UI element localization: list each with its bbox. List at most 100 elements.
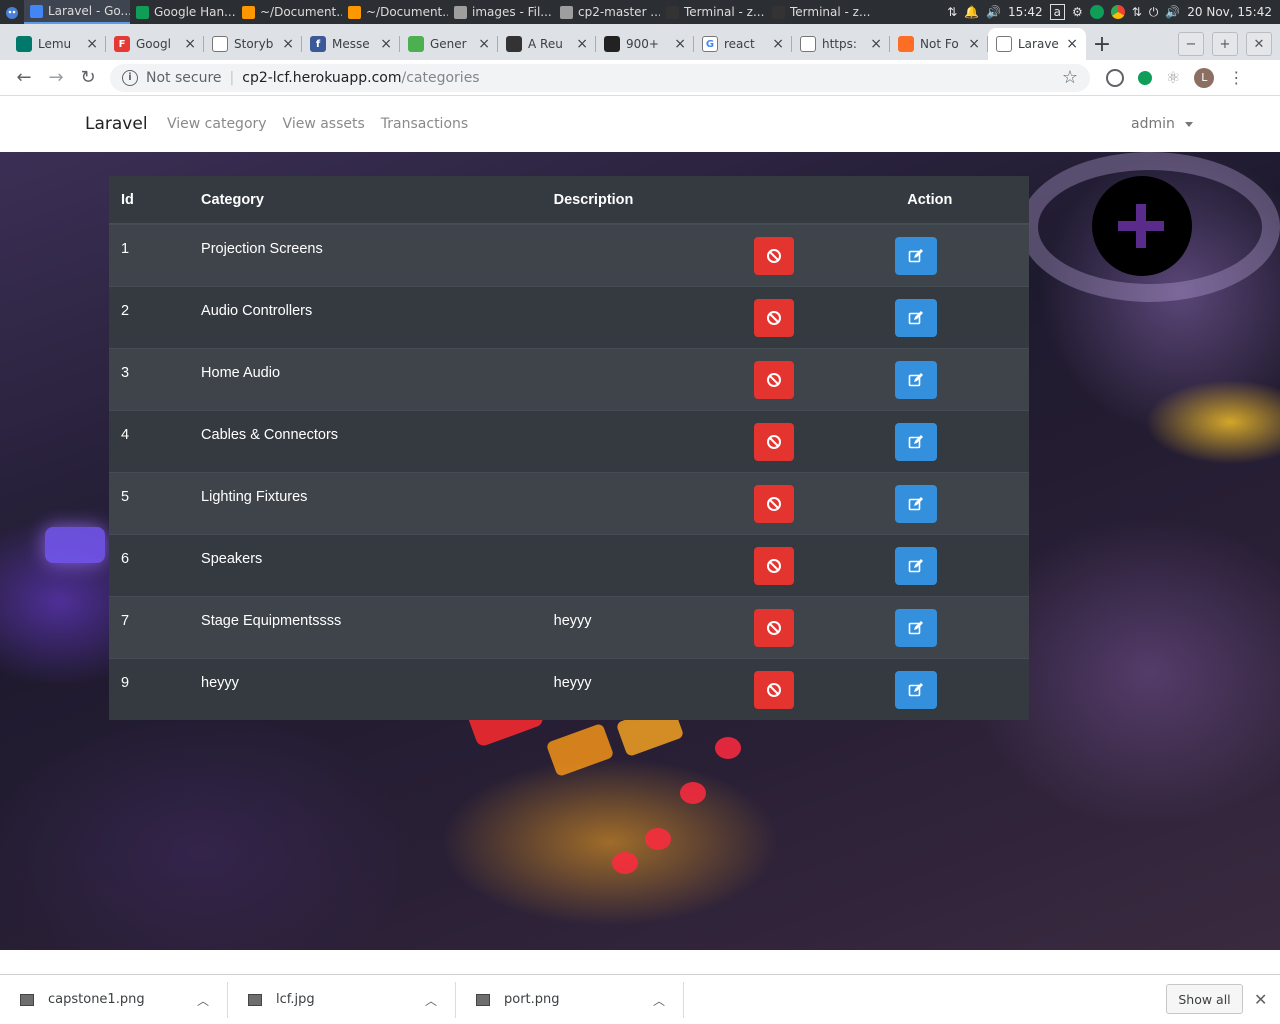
tray-datetime[interactable]: 20 Nov, 15:42 — [1187, 5, 1272, 19]
chevron-down-icon — [1184, 121, 1193, 127]
tab-close-icon[interactable]: × — [576, 36, 588, 52]
browser-tab[interactable]: Lemu × — [8, 28, 106, 60]
chevron-up-icon[interactable]: ︿ — [425, 992, 437, 1009]
taskbar-window-item[interactable]: Laravel - Go... — [24, 0, 130, 24]
cell-action — [895, 285, 1029, 348]
reload-icon[interactable]: ↻ — [72, 62, 104, 94]
delete-button[interactable] — [754, 360, 795, 399]
tab-close-icon[interactable]: × — [1066, 36, 1078, 52]
table-row: 7 Stage Equipmentssss heyyy — [109, 595, 1029, 658]
edit-button[interactable] — [895, 360, 938, 399]
tab-favicon-icon: f — [310, 36, 326, 52]
browser-tab[interactable]: Gener × — [400, 28, 498, 60]
tab-close-icon[interactable]: × — [772, 36, 784, 52]
close-window-button[interactable]: ✕ — [1246, 32, 1272, 56]
settings-gear-icon[interactable]: ⚙ — [1072, 5, 1083, 19]
delete-button[interactable] — [754, 484, 795, 523]
delete-button[interactable] — [754, 298, 795, 337]
browser-tab[interactable]: Not Fo × — [890, 28, 988, 60]
volume-icon-2[interactable]: 🔊 — [1165, 5, 1180, 19]
nav-view-category[interactable]: View category — [167, 116, 267, 132]
edit-button[interactable] — [895, 670, 938, 709]
maximize-button[interactable]: + — [1212, 32, 1238, 56]
green-status-icon[interactable] — [1089, 5, 1104, 19]
network-arrows-icon[interactable]: ⇅ — [947, 5, 957, 19]
edit-button[interactable] — [895, 237, 938, 275]
download-item[interactable]: port.png ︿ — [456, 981, 684, 1018]
show-all-downloads-button[interactable]: Show all — [1166, 984, 1243, 1014]
browser-tab[interactable]: Storyb × — [204, 28, 302, 60]
green-extension-icon[interactable] — [1138, 70, 1152, 85]
delete-button[interactable] — [754, 546, 795, 585]
nav-transactions[interactable]: Transactions — [381, 116, 468, 132]
taskbar-window-item[interactable]: Terminal - z... — [766, 0, 872, 24]
cell-category: Cables & Connectors — [189, 409, 542, 472]
download-item[interactable]: lcf.jpg ︿ — [228, 981, 456, 1018]
site-info-icon[interactable]: i — [122, 69, 138, 86]
close-downloads-icon[interactable]: ✕ — [1254, 990, 1267, 1009]
edit-button[interactable] — [895, 546, 938, 585]
browser-tab[interactable]: Larave × — [988, 28, 1086, 60]
app-navbar: Laravel View category View assets Transa… — [0, 97, 1280, 152]
cell-action — [895, 347, 1029, 410]
delete-button[interactable] — [754, 670, 795, 709]
taskbar-window-item[interactable]: Google Han... — [130, 0, 236, 24]
download-item[interactable]: capstone1.png ︿ — [0, 981, 228, 1018]
address-bar[interactable]: i Not secure | cp2-lcf.herokuapp.com/cat… — [110, 63, 1090, 92]
extensions-area: ⚛ L ⋮ — [1106, 67, 1244, 88]
delete-button[interactable] — [754, 237, 795, 275]
notification-bell-icon[interactable]: 🔔 — [964, 5, 979, 19]
taskbar-window-item[interactable]: images - Fil... — [448, 0, 554, 24]
edit-button[interactable] — [895, 608, 938, 647]
tab-favicon-icon — [212, 36, 228, 52]
taskbar-window-item[interactable]: Terminal - z... — [660, 0, 766, 24]
tab-close-icon[interactable]: × — [86, 36, 98, 52]
nav-view-assets[interactable]: View assets — [283, 116, 365, 132]
taskbar-window-item[interactable]: cp2-master ... — [554, 0, 660, 24]
tab-close-icon[interactable]: × — [380, 36, 392, 52]
minimize-button[interactable]: − — [1178, 32, 1204, 56]
power-icon[interactable]: ⏻ — [1149, 5, 1159, 20]
browser-tab[interactable]: Greact × — [694, 28, 792, 60]
tab-close-icon[interactable]: × — [184, 36, 196, 52]
bookmark-star-icon[interactable]: ☆ — [1062, 67, 1078, 88]
chevron-up-icon[interactable]: ︿ — [197, 992, 209, 1009]
back-arrow-icon[interactable]: ← — [8, 62, 40, 94]
brand-link[interactable]: Laravel — [85, 114, 148, 134]
edit-button[interactable] — [895, 484, 938, 523]
tray-clock[interactable]: 15:42 — [1008, 5, 1043, 19]
delete-button[interactable] — [754, 422, 795, 461]
keyboard-layout-indicator[interactable]: a — [1049, 4, 1065, 20]
browser-tab[interactable]: 900+ × — [596, 28, 694, 60]
taskbar-window-item[interactable]: ~/Document... — [342, 0, 448, 24]
extension-icon[interactable] — [1106, 68, 1124, 87]
start-menu-icon[interactable] — [0, 0, 24, 24]
tab-close-icon[interactable]: × — [478, 36, 490, 52]
chevron-up-icon[interactable]: ︿ — [653, 992, 665, 1009]
address-separator: | — [229, 69, 235, 86]
edit-button[interactable] — [895, 298, 938, 337]
app-icon — [772, 5, 785, 19]
tab-favicon-icon — [996, 36, 1012, 52]
tab-close-icon[interactable]: × — [282, 36, 294, 52]
new-tab-button[interactable]: + — [1086, 28, 1118, 60]
browser-tab[interactable]: https: × — [792, 28, 890, 60]
taskbar-window-item[interactable]: ~/Document... — [236, 0, 342, 24]
user-dropdown[interactable]: admin — [1131, 116, 1193, 132]
chrome-icon[interactable] — [1110, 5, 1125, 19]
forward-arrow-icon[interactable]: → — [40, 62, 72, 94]
react-devtools-icon[interactable]: ⚛ — [1166, 68, 1180, 87]
profile-avatar[interactable]: L — [1194, 67, 1215, 88]
add-category-button[interactable] — [1092, 176, 1192, 276]
edit-button[interactable] — [895, 422, 938, 461]
browser-tab[interactable]: A Reu × — [498, 28, 596, 60]
tab-close-icon[interactable]: × — [674, 36, 686, 52]
delete-button[interactable] — [754, 608, 795, 647]
browser-tab[interactable]: f Messe × — [302, 28, 400, 60]
tab-close-icon[interactable]: × — [870, 36, 882, 52]
browser-menu-icon[interactable]: ⋮ — [1228, 68, 1244, 87]
network-updown-icon[interactable]: ⇅ — [1132, 5, 1142, 19]
browser-tab[interactable]: F Googl × — [106, 28, 204, 60]
tab-close-icon[interactable]: × — [968, 36, 980, 52]
volume-icon[interactable]: 🔊 — [986, 5, 1001, 19]
